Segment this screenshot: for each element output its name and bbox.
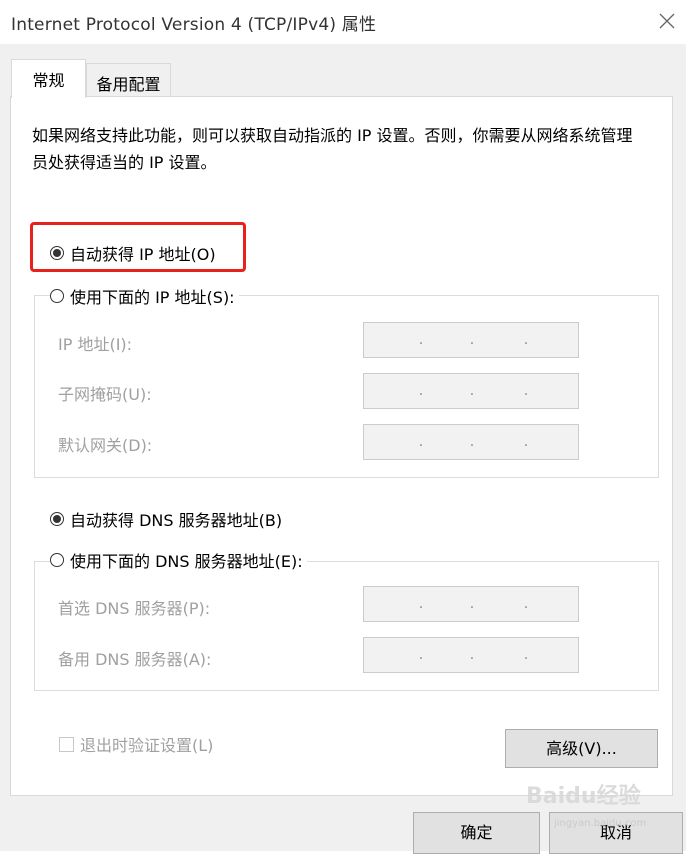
radio-selected-icon <box>50 246 64 260</box>
radio-unselected-icon <box>50 553 64 567</box>
advanced-button[interactable]: 高级(V)... <box>505 729 658 768</box>
auto-ip-radio[interactable]: 自动获得 IP 地址(O) <box>50 241 220 265</box>
radio-selected-icon <box>50 512 64 526</box>
subnet-mask-input[interactable]: ... <box>363 373 579 409</box>
title-bar: Internet Protocol Version 4 (TCP/IPv4) 属… <box>0 0 686 44</box>
checkbox-icon <box>59 736 74 752</box>
subnet-mask-label: 子网掩码(U): <box>58 385 152 404</box>
validate-settings-checkbox[interactable]: 退出时验证设置(L) <box>59 732 213 756</box>
ok-button[interactable]: 确定 <box>413 812 540 854</box>
close-button[interactable] <box>650 6 684 38</box>
cancel-button[interactable]: 取消 <box>549 812 683 854</box>
manual-ip-radio[interactable]: 使用下面的 IP 地址(S): <box>50 284 239 308</box>
intro-text: 如果网络支持此功能，则可以获取自动指派的 IP 设置。否则，你需要从网络系统管理… <box>32 126 633 172</box>
close-icon <box>659 13 675 29</box>
preferred-dns-input[interactable]: ... <box>363 586 579 622</box>
alternate-dns-label: 备用 DNS 服务器(A): <box>58 650 212 669</box>
default-gateway-input[interactable]: ... <box>363 424 579 460</box>
tab-alternate-config[interactable]: 备用配置 <box>86 63 171 97</box>
auto-ip-label: 自动获得 IP 地址(O) <box>70 245 216 264</box>
auto-dns-radio[interactable]: 自动获得 DNS 服务器地址(B) <box>50 507 287 531</box>
manual-dns-radio[interactable]: 使用下面的 DNS 服务器地址(E): <box>50 548 307 572</box>
validate-settings-label: 退出时验证设置(L) <box>80 736 214 755</box>
alternate-dns-input[interactable]: ... <box>363 637 579 673</box>
manual-ip-label: 使用下面的 IP 地址(S): <box>70 288 235 307</box>
ip-address-input[interactable]: ... <box>363 322 579 358</box>
window-title: Internet Protocol Version 4 (TCP/IPv4) 属… <box>11 15 377 35</box>
preferred-dns-label: 首选 DNS 服务器(P): <box>58 599 211 618</box>
default-gateway-label: 默认网关(D): <box>58 436 153 455</box>
radio-unselected-icon <box>50 289 64 303</box>
tab-general[interactable]: 常规 <box>11 59 86 98</box>
ip-address-label: IP 地址(I): <box>58 335 133 354</box>
auto-dns-label: 自动获得 DNS 服务器地址(B) <box>70 511 283 530</box>
manual-dns-label: 使用下面的 DNS 服务器地址(E): <box>70 552 303 571</box>
